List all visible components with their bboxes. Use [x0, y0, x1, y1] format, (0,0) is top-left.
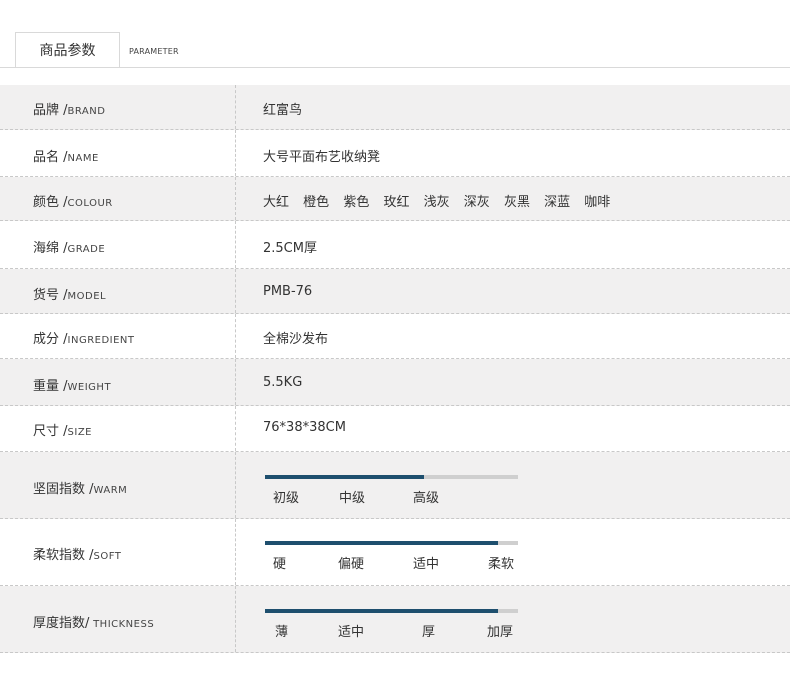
row-label-colour: 颜色 /COLOUR: [33, 195, 113, 210]
row-label-weight: 重量 /WEIGHT: [33, 379, 112, 394]
row-label-model: 货号 /MODEL: [33, 288, 107, 303]
row-value-size: 76*38*38CM: [263, 420, 346, 435]
header-divider: [0, 67, 790, 68]
colour-list: 大红 橙色 紫色 玫红 浅灰 深灰 灰黑 深蓝 咖啡: [263, 191, 620, 210]
row-value-name: 大号平面布艺收纳凳: [263, 150, 381, 165]
row-grade: 海绵 /GRADE 2.5CM厚: [0, 221, 790, 269]
meter-tick: 加厚: [487, 625, 514, 640]
meter-tick: 偏硬: [338, 557, 365, 572]
row-label-name: 品名 /NAME: [33, 150, 99, 165]
meter-tick: 中级: [339, 491, 366, 506]
row-ingredient: 成分 /INGREDIENT 全棉沙发布: [0, 314, 790, 359]
meter-tick: 适中: [338, 625, 365, 640]
meter-tick: 厚: [422, 625, 436, 640]
tab-subtitle: PARAMETER: [129, 47, 179, 56]
meter-tick: 硬: [273, 557, 287, 572]
colour-option: 紫色: [343, 195, 370, 210]
meter-tick: 初级: [273, 491, 300, 506]
row-model: 货号 /MODEL PMB-76: [0, 269, 790, 314]
meter-fill: [265, 475, 425, 479]
meter-fill: [265, 609, 498, 613]
meter-fill: [265, 541, 498, 545]
row-brand: 品牌 /BRAND 红富鸟: [0, 85, 790, 130]
row-weight: 重量 /WEIGHT 5.5KG: [0, 359, 790, 406]
row-value-model: PMB-76: [263, 284, 313, 299]
meter-tick: 高级: [413, 491, 440, 506]
row-label-thickness: 厚度指数/ THICKNESS: [33, 616, 155, 631]
row-label-softness: 柔软指数 /SOFT: [33, 548, 122, 563]
colour-option: 橙色: [303, 195, 330, 210]
colour-option: 深蓝: [544, 195, 571, 210]
row-label-ingredient: 成分 /INGREDIENT: [33, 332, 135, 347]
row-value-ingredient: 全棉沙发布: [263, 332, 329, 347]
row-name: 品名 /NAME 大号平面布艺收纳凳: [0, 130, 790, 177]
tab-product-parameters[interactable]: 商品参数: [15, 32, 120, 68]
colour-option: 大红: [263, 195, 290, 210]
meter-tick: 柔软: [488, 557, 515, 572]
parameter-table: 品牌 /BRAND 红富鸟 品名 /NAME 大号平面布艺收纳凳 颜色 /COL…: [0, 85, 790, 653]
row-label-size: 尺寸 /SIZE: [33, 424, 92, 439]
row-softness: 柔软指数 /SOFT 硬 偏硬 适中 柔软: [0, 519, 790, 586]
row-label-brand: 品牌 /BRAND: [33, 103, 106, 118]
colour-option: 深灰: [463, 195, 490, 210]
meter-tick: 适中: [413, 557, 440, 572]
parameter-header: 商品参数 PARAMETER: [0, 0, 790, 68]
meter-tick: 薄: [275, 625, 289, 640]
colour-option: 玫红: [383, 195, 410, 210]
colour-option: 咖啡: [584, 195, 611, 210]
row-value-brand: 红富鸟: [263, 103, 303, 118]
row-size: 尺寸 /SIZE 76*38*38CM: [0, 406, 790, 452]
row-label-grade: 海绵 /GRADE: [33, 241, 106, 256]
row-thickness: 厚度指数/ THICKNESS 薄 适中 厚 加厚: [0, 586, 790, 653]
colour-option: 灰黑: [503, 195, 530, 210]
row-sturdiness: 坚固指数 /WARM 初级 中级 高级: [0, 452, 790, 519]
colour-option: 浅灰: [423, 195, 450, 210]
row-label-sturdiness: 坚固指数 /WARM: [33, 482, 128, 497]
row-colour: 颜色 /COLOUR 大红 橙色 紫色 玫红 浅灰 深灰 灰黑 深蓝 咖啡: [0, 177, 790, 221]
row-value-weight: 5.5KG: [263, 375, 303, 390]
row-value-grade: 2.5CM厚: [263, 241, 317, 256]
